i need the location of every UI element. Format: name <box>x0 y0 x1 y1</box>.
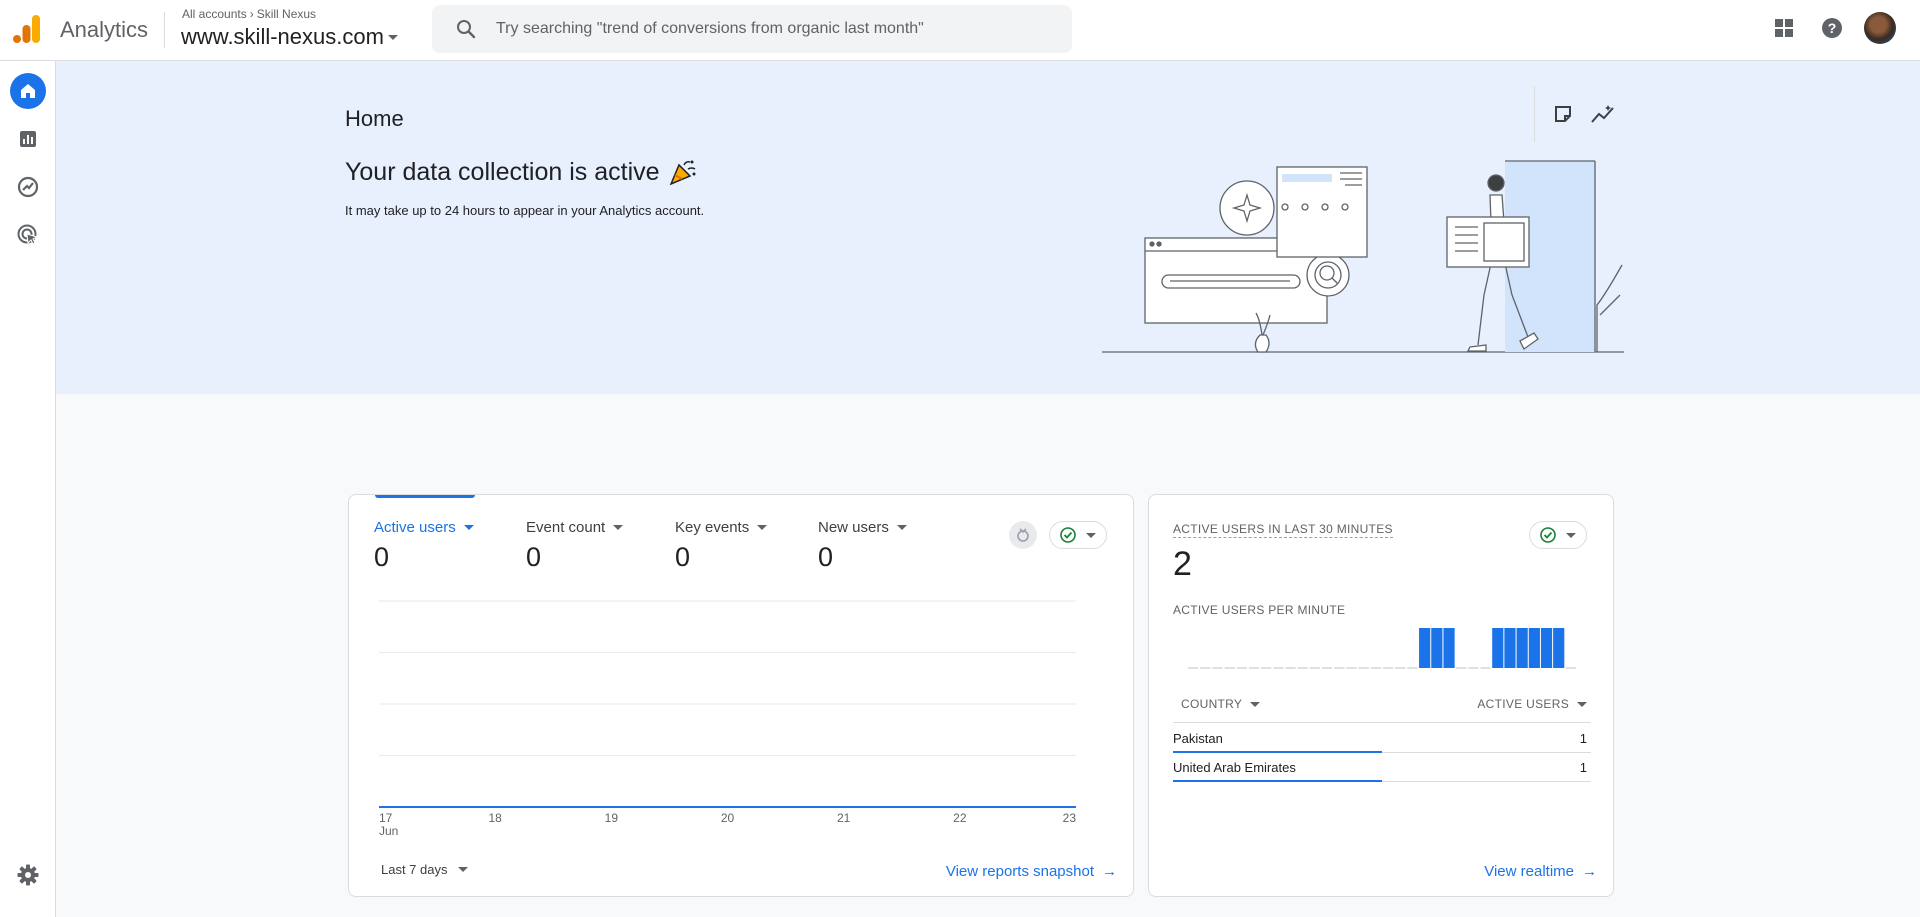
breadcrumb: All accounts › Skill Nexus <box>182 7 316 21</box>
link-label: View reports snapshot <box>945 863 1094 880</box>
realtime-status[interactable] <box>1529 521 1587 549</box>
view-reports-snapshot-link[interactable]: View reports snapshot → <box>946 863 1117 880</box>
active-users-column-header[interactable]: ACTIVE USERS <box>1477 697 1587 711</box>
gear-icon <box>17 864 39 886</box>
left-nav-rail <box>0 61 56 917</box>
insights-button[interactable] <box>1589 86 1617 144</box>
svg-text:?: ? <box>1828 20 1837 36</box>
minute-bar[interactable] <box>1443 628 1455 668</box>
x-tick-label: 17 <box>379 811 393 825</box>
explore-icon <box>17 176 39 198</box>
minute-bar[interactable] <box>1528 628 1540 668</box>
search-input[interactable] <box>496 20 1056 38</box>
nav-admin[interactable] <box>10 857 46 893</box>
nav-explore[interactable] <box>10 169 46 205</box>
home-icon <box>21 84 35 98</box>
active-users-line-chart: 17 18 19 20 21 22 23 Jun <box>379 600 1077 838</box>
page-title: Home <box>345 106 404 131</box>
overview-card: Active users 0 Event count 0 Key events … <box>348 494 1134 897</box>
annotation-button[interactable] <box>1549 86 1577 144</box>
nav-reports[interactable] <box>10 121 46 157</box>
app-name: Analytics <box>60 17 149 42</box>
minute-bar[interactable] <box>1516 628 1528 668</box>
table-row[interactable]: United Arab Emirates 1 <box>1173 753 1591 782</box>
country-users: 1 <box>1579 760 1587 775</box>
realtime-card: ACTIVE USERS IN LAST 30 MINUTES 2 ACTIVE… <box>1148 494 1614 897</box>
check-circle-icon <box>1540 527 1556 543</box>
caret-down-icon <box>457 867 468 872</box>
hero-illustration <box>1102 160 1624 353</box>
chevron-right-icon: › <box>249 7 254 21</box>
caret-down-icon <box>1250 701 1261 707</box>
header-divider <box>164 12 165 48</box>
x-month-label: Jun <box>379 824 398 838</box>
date-range-selector[interactable]: Last 7 days <box>381 862 468 877</box>
x-tick-label: 23 <box>1063 811 1077 825</box>
arrow-right-icon: → <box>1102 863 1117 880</box>
x-tick-label: 21 <box>837 811 851 825</box>
x-tick-label: 20 <box>721 811 735 825</box>
target-cursor-icon <box>17 224 39 245</box>
nav-advertising[interactable] <box>10 217 46 253</box>
caret-down-icon <box>387 34 398 40</box>
x-tick-label: 22 <box>953 811 967 825</box>
nav-home[interactable] <box>10 73 46 109</box>
view-realtime-link[interactable]: View realtime → <box>1484 863 1597 880</box>
country-name: Pakistan <box>1173 731 1223 746</box>
analytics-logo[interactable] <box>13 13 43 45</box>
apps-grid-icon[interactable] <box>1770 14 1798 42</box>
property-name: www.skill-nexus.com <box>181 24 384 49</box>
minute-bar[interactable] <box>1431 628 1443 668</box>
party-popper-icon <box>669 160 696 186</box>
x-tick-label: 18 <box>488 811 502 825</box>
minute-bar[interactable] <box>1504 628 1516 668</box>
hero-headline-text: Your data collection is active <box>345 157 660 186</box>
country-users: 1 <box>1579 731 1587 746</box>
search-bar[interactable] <box>432 5 1072 53</box>
minute-bar[interactable] <box>1540 628 1553 668</box>
realtime-value: 2 <box>1173 545 1192 583</box>
property-selector[interactable]: www.skill-nexus.com <box>181 24 398 50</box>
link-label: View realtime <box>1484 863 1574 880</box>
bar-chart-icon <box>20 131 36 147</box>
breadcrumb-all-accounts[interactable]: All accounts <box>182 7 247 21</box>
top-app-bar: Analytics All accounts › Skill Nexus www… <box>0 0 1920 61</box>
search-icon <box>457 20 476 39</box>
share-bar <box>1173 780 1382 782</box>
country-column-header[interactable]: COUNTRY <box>1181 697 1261 711</box>
help-icon[interactable]: ? <box>1818 14 1846 42</box>
realtime-title[interactable]: ACTIVE USERS IN LAST 30 MINUTES <box>1173 522 1393 538</box>
hero-toolbar <box>1534 86 1617 142</box>
country-name: United Arab Emirates <box>1173 760 1296 775</box>
note-icon <box>1555 106 1571 122</box>
country-table-header: COUNTRY ACTIVE USERS <box>1173 691 1591 723</box>
minute-bar[interactable] <box>1419 628 1431 668</box>
per-minute-label: ACTIVE USERS PER MINUTE <box>1173 603 1346 617</box>
minute-bar[interactable] <box>1553 628 1565 668</box>
caret-down-icon <box>1566 532 1576 538</box>
per-minute-bar-chart <box>1188 628 1576 669</box>
x-tick-label: 19 <box>605 811 619 825</box>
hero-subtext: It may take up to 24 hours to appear in … <box>345 203 705 218</box>
minute-bar[interactable] <box>1492 628 1504 668</box>
table-row[interactable]: Pakistan 1 <box>1173 724 1591 753</box>
account-avatar[interactable] <box>1864 12 1896 44</box>
hero-banner <box>56 61 1920 394</box>
breadcrumb-account[interactable]: Skill Nexus <box>257 7 316 21</box>
insights-icon <box>1591 105 1614 123</box>
date-range-label: Last 7 days <box>381 862 448 877</box>
caret-down-icon <box>1577 701 1587 707</box>
hero-headline: Your data collection is active <box>345 157 698 187</box>
arrow-right-icon: → <box>1582 863 1597 880</box>
